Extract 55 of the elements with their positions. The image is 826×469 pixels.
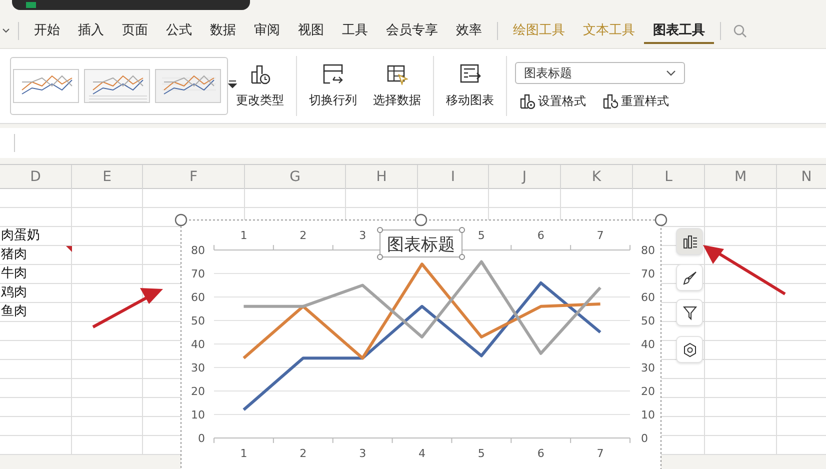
menu-tab[interactable]: 审阅 — [245, 18, 289, 44]
menu-tab[interactable]: 公式 — [157, 18, 201, 44]
table-cell[interactable]: 猪肉 — [0, 246, 72, 265]
menu-tab[interactable]: 数据 — [201, 18, 245, 44]
axis-label: 60 — [641, 291, 655, 304]
axis-label: 5 — [478, 447, 485, 460]
menu-tab[interactable]: 视图 — [289, 18, 333, 44]
axis-label: 6 — [537, 229, 544, 242]
axis-label: 6 — [537, 447, 544, 460]
ribbon-button[interactable]: 切换行列 — [305, 61, 361, 111]
axis-label: 50 — [641, 314, 655, 328]
axis-label: 2 — [300, 229, 307, 242]
menu-tab[interactable]: 会员专享 — [377, 18, 447, 44]
menu-tab[interactable]: 图表工具 — [644, 18, 714, 44]
ribbon-button[interactable]: 移动图表 — [442, 61, 498, 111]
menu-tab[interactable]: 开始 — [25, 18, 69, 44]
axis-label: 10 — [641, 408, 655, 422]
axis-label: 3 — [359, 229, 366, 242]
ribbon-button[interactable]: 重置样式 — [598, 92, 673, 110]
axis-label: 1 — [240, 229, 248, 242]
table-cell[interactable]: 牛肉 — [0, 265, 72, 284]
axis-label: 50 — [191, 314, 205, 328]
axis-label: 30 — [191, 362, 205, 374]
table-cell[interactable]: 鱼肉 — [0, 303, 72, 322]
axis-label: 7 — [596, 229, 604, 242]
ribbon-button[interactable]: 更改类型 — [232, 61, 288, 111]
axis-label: 0 — [641, 432, 648, 445]
menu-tab[interactable]: 页面 — [113, 18, 157, 44]
axis-label: 40 — [641, 338, 655, 351]
axis-label: 0 — [198, 432, 205, 445]
axis-label: 20 — [191, 385, 205, 398]
axis-label: 2 — [300, 447, 307, 460]
axis-label: 80 — [191, 244, 205, 257]
table-cell[interactable]: 肉蛋奶 — [0, 227, 72, 246]
axis-label: 4 — [418, 447, 426, 460]
axis-label: 60 — [191, 291, 205, 304]
axis-label: 20 — [641, 385, 655, 398]
axis-label: 70 — [641, 268, 655, 280]
axis-label: 1 — [240, 447, 248, 460]
axis-label: 7 — [596, 447, 604, 460]
axis-label: 80 — [641, 244, 655, 257]
chart-element-dropdown[interactable]: 图表标题 — [515, 62, 685, 84]
menu-tab[interactable]: 工具 — [333, 18, 377, 44]
menu-tab[interactable]: 效率 — [447, 18, 491, 44]
axis-label: 70 — [191, 268, 205, 280]
axis-label: 30 — [641, 362, 655, 374]
table-cell[interactable]: 鸡肉 — [0, 284, 72, 303]
menu-tab[interactable]: 插入 — [69, 18, 113, 44]
axis-label: 10 — [191, 408, 205, 422]
chart-title[interactable]: 图表标题 — [377, 227, 465, 260]
axis-label: 5 — [478, 229, 485, 242]
ribbon-button[interactable]: 选择数据 — [369, 61, 425, 111]
ribbon-button[interactable]: 设置格式 — [515, 92, 590, 110]
axis-label: 3 — [359, 447, 366, 460]
axis-label: 40 — [191, 338, 205, 351]
